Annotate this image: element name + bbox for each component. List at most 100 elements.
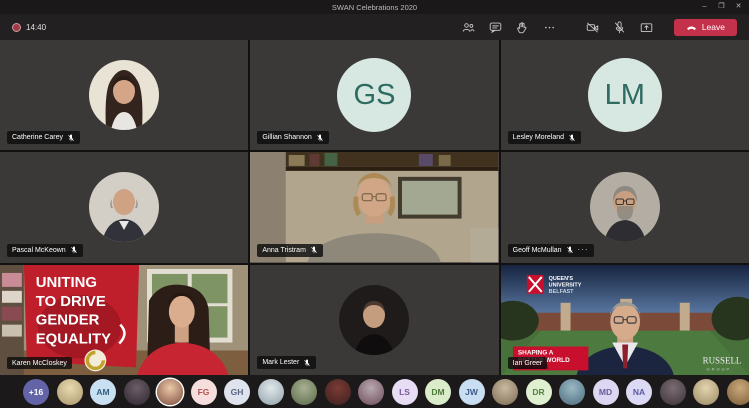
participant-name: Mark Lester bbox=[262, 359, 299, 366]
participant-name: Ian Greer bbox=[513, 360, 543, 367]
tile-more-options-icon[interactable]: ··· bbox=[578, 246, 589, 254]
filmstrip-initials-avatar[interactable]: AM bbox=[90, 379, 116, 405]
woman-portrait-graphic bbox=[89, 60, 159, 130]
teams-meeting-window: SWAN Celebrations 2020 – ❐ ✕ 14:40 Leave bbox=[0, 0, 749, 408]
university-logo-text: QUEEN'S bbox=[548, 276, 573, 282]
hang-up-icon bbox=[686, 23, 697, 32]
filmstrip-initials-avatar[interactable]: GH bbox=[224, 379, 250, 405]
share-screen-button[interactable] bbox=[635, 18, 659, 36]
people-icon bbox=[462, 21, 475, 34]
filmstrip-initials-avatar[interactable]: +16 bbox=[23, 379, 49, 405]
filmstrip-initials-avatar[interactable]: LS bbox=[392, 379, 418, 405]
participants-button[interactable] bbox=[457, 18, 481, 36]
russell-group-text: RUSSELL bbox=[702, 355, 741, 365]
filmstrip-photo-avatar[interactable] bbox=[258, 379, 284, 405]
mic-muted-icon bbox=[568, 134, 576, 142]
video-tile-ian-greer[interactable]: QUEEN'S UNIVERSITY BELFAST SHAPING A BET… bbox=[501, 265, 749, 375]
recording-icon bbox=[12, 23, 21, 32]
participant-nametag: Lesley Moreland bbox=[508, 131, 581, 144]
filmstrip-photo-avatar[interactable] bbox=[660, 379, 686, 405]
video-tile-lesley-moreland[interactable]: LM Lesley Moreland bbox=[501, 40, 749, 150]
poster-line: EQUALITY bbox=[36, 331, 111, 347]
chat-icon bbox=[489, 21, 502, 34]
russell-group-text: GROUP bbox=[706, 366, 730, 371]
chat-button[interactable] bbox=[484, 18, 508, 36]
participant-nametag: Pascal McKeown bbox=[7, 244, 83, 257]
bearded-man-portrait-graphic bbox=[590, 172, 660, 242]
raise-hand-button[interactable] bbox=[511, 18, 535, 36]
leave-button[interactable]: Leave bbox=[674, 19, 737, 36]
video-tile-anna-tristram[interactable]: Anna Tristram bbox=[250, 152, 498, 262]
camera-off-icon bbox=[586, 21, 599, 34]
participant-photo-avatar bbox=[590, 172, 660, 242]
filmstrip-initials-avatar[interactable]: DM bbox=[425, 379, 451, 405]
filmstrip-initials-avatar[interactable]: FG bbox=[191, 379, 217, 405]
filmstrip-photo-avatar[interactable] bbox=[358, 379, 384, 405]
filmstrip-photo-avatar[interactable] bbox=[157, 379, 183, 405]
filmstrip-initials-avatar[interactable]: MD bbox=[593, 379, 619, 405]
video-tile-mark-lester[interactable]: Mark Lester bbox=[250, 265, 498, 375]
minimize-button[interactable]: – bbox=[696, 0, 713, 14]
filmstrip-photo-avatar[interactable] bbox=[291, 379, 317, 405]
participant-nametag: Geoff McMullan ··· bbox=[508, 244, 594, 257]
poster-line: TO DRIVE bbox=[36, 293, 106, 309]
participant-nametag: Karen McCloskey bbox=[7, 357, 72, 369]
participant-nametag: Anna Tristram bbox=[257, 244, 323, 257]
mic-muted-icon bbox=[70, 246, 78, 254]
participant-name: Karen McCloskey bbox=[12, 360, 67, 367]
video-tile-karen-mccloskey[interactable]: UNITING TO DRIVE GENDER EQUALITY Karen M… bbox=[0, 265, 248, 375]
filmstrip-photo-avatar[interactable] bbox=[325, 379, 351, 405]
filmstrip-photo-avatar[interactable] bbox=[57, 379, 83, 405]
university-logo-text: UNIVERSITY bbox=[548, 282, 581, 288]
poster-line: GENDER bbox=[36, 312, 100, 328]
filmstrip-photo-avatar[interactable] bbox=[559, 379, 585, 405]
participant-initials-avatar: GS bbox=[337, 58, 411, 132]
filmstrip-photo-avatar[interactable] bbox=[492, 379, 518, 405]
video-tile-geoff-mcmullan[interactable]: Geoff McMullan ··· bbox=[501, 152, 749, 262]
participant-name: Catherine Carey bbox=[12, 134, 63, 141]
participant-name: Lesley Moreland bbox=[513, 134, 564, 141]
raise-hand-icon bbox=[516, 21, 529, 34]
toolbar-buttons: Leave bbox=[457, 18, 737, 36]
meeting-toolbar: 14:40 Leave bbox=[0, 14, 749, 40]
filmstrip-photo-avatar[interactable] bbox=[124, 379, 150, 405]
meeting-timer: 14:40 bbox=[26, 23, 46, 32]
poster-line: UNITING bbox=[36, 275, 97, 291]
more-options-button[interactable] bbox=[538, 18, 562, 36]
more-icon bbox=[543, 21, 556, 34]
camera-toggle-button[interactable] bbox=[581, 18, 605, 36]
university-logo-text: BELFAST bbox=[548, 288, 574, 294]
filmstrip-initials-avatar[interactable]: DR bbox=[526, 379, 552, 405]
mic-muted-icon bbox=[67, 134, 75, 142]
mic-muted-icon bbox=[303, 359, 311, 367]
filmstrip-photo-avatar[interactable] bbox=[727, 379, 749, 405]
filmstrip-initials-avatar[interactable]: JW bbox=[459, 379, 485, 405]
window-titlebar: SWAN Celebrations 2020 – ❐ ✕ bbox=[0, 0, 749, 14]
participant-photo-avatar bbox=[89, 172, 159, 242]
participant-photo-avatar bbox=[89, 60, 159, 130]
participant-name: Gillian Shannon bbox=[262, 134, 311, 141]
mic-muted-icon bbox=[316, 134, 324, 142]
video-tile-catherine-carey[interactable]: Catherine Carey bbox=[0, 40, 248, 150]
video-tile-pascal-mckeown[interactable]: Pascal McKeown bbox=[0, 152, 248, 262]
participant-initials-avatar: LM bbox=[588, 58, 662, 132]
participant-nametag: Mark Lester bbox=[257, 356, 316, 369]
participant-name: Anna Tristram bbox=[262, 247, 306, 254]
participant-photo-avatar bbox=[339, 285, 409, 355]
filmstrip-initials-avatar[interactable]: NA bbox=[626, 379, 652, 405]
participant-nametag: Ian Greer bbox=[508, 357, 548, 369]
participant-name: Geoff McMullan bbox=[513, 247, 562, 254]
share-screen-icon bbox=[640, 21, 653, 34]
participant-nametag: Catherine Carey bbox=[7, 131, 80, 144]
dark-portrait-graphic bbox=[339, 285, 409, 355]
mic-muted-icon bbox=[566, 246, 574, 254]
recording-indicator: 14:40 bbox=[12, 23, 46, 32]
video-grid: Catherine Carey GS Gillian Shannon LM Le… bbox=[0, 40, 749, 375]
filmstrip-photo-avatar[interactable] bbox=[693, 379, 719, 405]
maximize-button[interactable]: ❐ bbox=[713, 0, 730, 14]
close-button[interactable]: ✕ bbox=[730, 0, 747, 14]
video-tile-gillian-shannon[interactable]: GS Gillian Shannon bbox=[250, 40, 498, 150]
mic-toggle-button[interactable] bbox=[608, 18, 632, 36]
filmstrip: +16 AM FG GH LS DM JW DR MD NA bbox=[0, 375, 749, 408]
man-portrait-graphic bbox=[89, 172, 159, 242]
